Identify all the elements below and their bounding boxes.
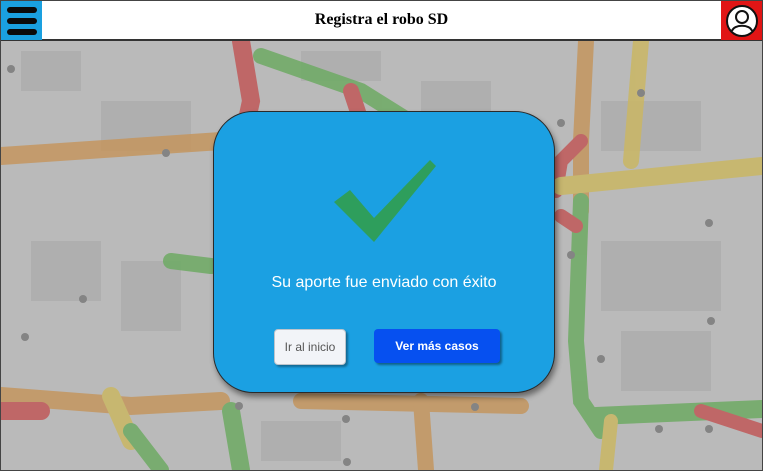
page-title: Registra el robo SD: [314, 11, 449, 28]
profile-button[interactable]: [721, 1, 762, 40]
success-message: Su aporte fue enviado con éxito: [271, 274, 497, 291]
user-profile-icon: [725, 4, 758, 37]
hamburger-menu-icon: [6, 28, 37, 35]
success-dialog: Su aporte fue enviado con éxito Ir al in…: [213, 111, 555, 393]
header-bar: Registra el robo SD: [1, 1, 762, 41]
checkmark-icon: [334, 160, 436, 242]
app-frame: Registra el robo SD Su aporte fue enviad…: [0, 0, 763, 471]
go-home-button[interactable]: Ir al inicio: [274, 329, 346, 365]
view-more-cases-button[interactable]: Ver más casos: [374, 329, 500, 363]
